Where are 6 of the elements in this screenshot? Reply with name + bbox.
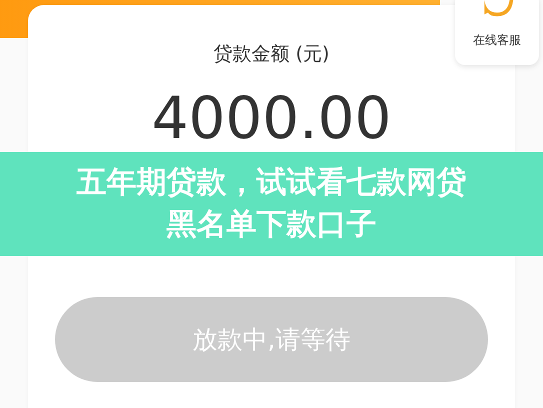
amount-label: 贷款金额 (元) [214,42,330,67]
service-label: 在线客服 [473,32,521,49]
banner-title-line: 五年期贷款，试试看七款网贷 [76,164,466,202]
banner-title-line: 黑名单下款口子 [166,206,376,244]
service-widget[interactable]: 在线客服 [455,0,539,65]
loan-amount: 4000.00 [152,89,392,147]
